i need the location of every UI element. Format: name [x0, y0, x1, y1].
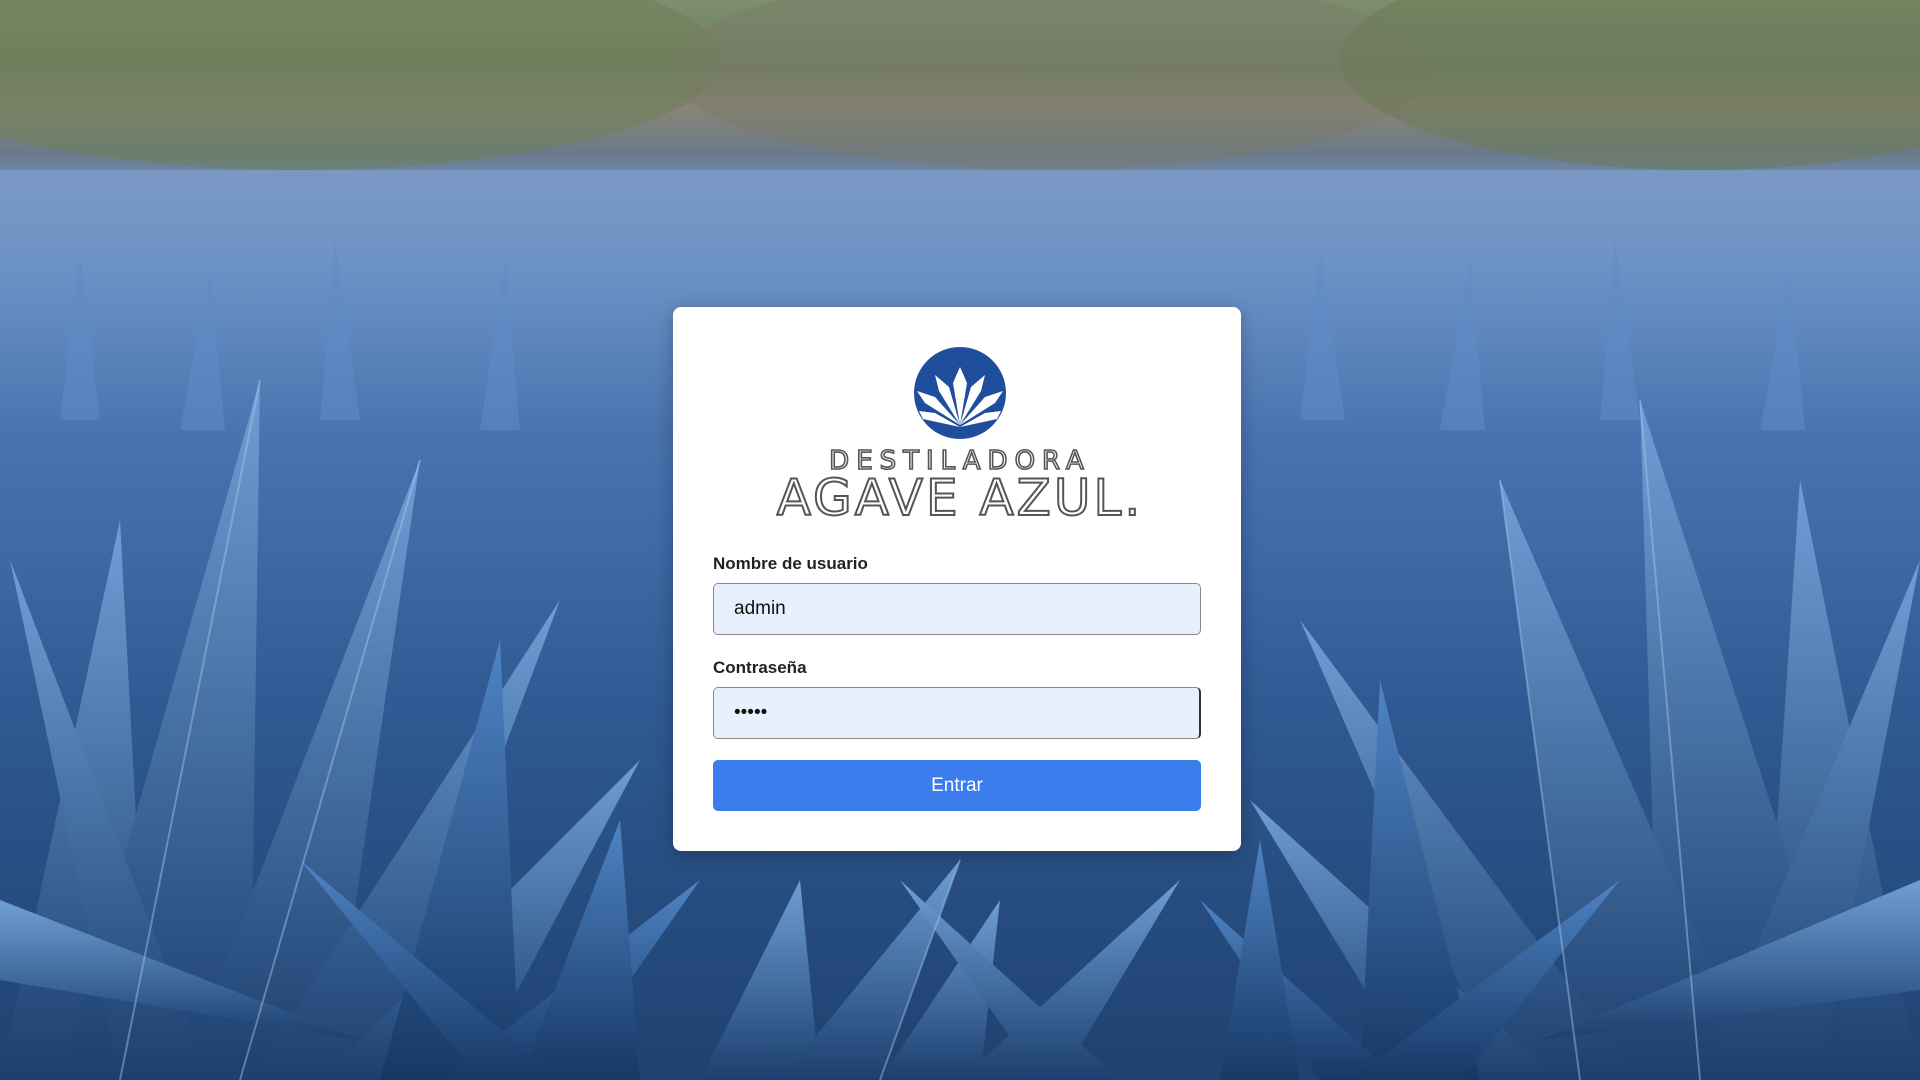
- login-card: DESTILADORA AGAVE AZUL. Nombre de usuari…: [673, 307, 1241, 851]
- brand-line2-text: AGAVE AZUL.: [777, 469, 1144, 527]
- login-button[interactable]: Entrar: [713, 760, 1201, 811]
- username-input[interactable]: [713, 583, 1201, 635]
- password-label: Contraseña: [713, 658, 807, 677]
- username-label: Nombre de usuario: [713, 554, 868, 573]
- password-input[interactable]: [713, 687, 1201, 739]
- agave-azul-logo: DESTILADORA AGAVE AZUL.: [776, 347, 1144, 527]
